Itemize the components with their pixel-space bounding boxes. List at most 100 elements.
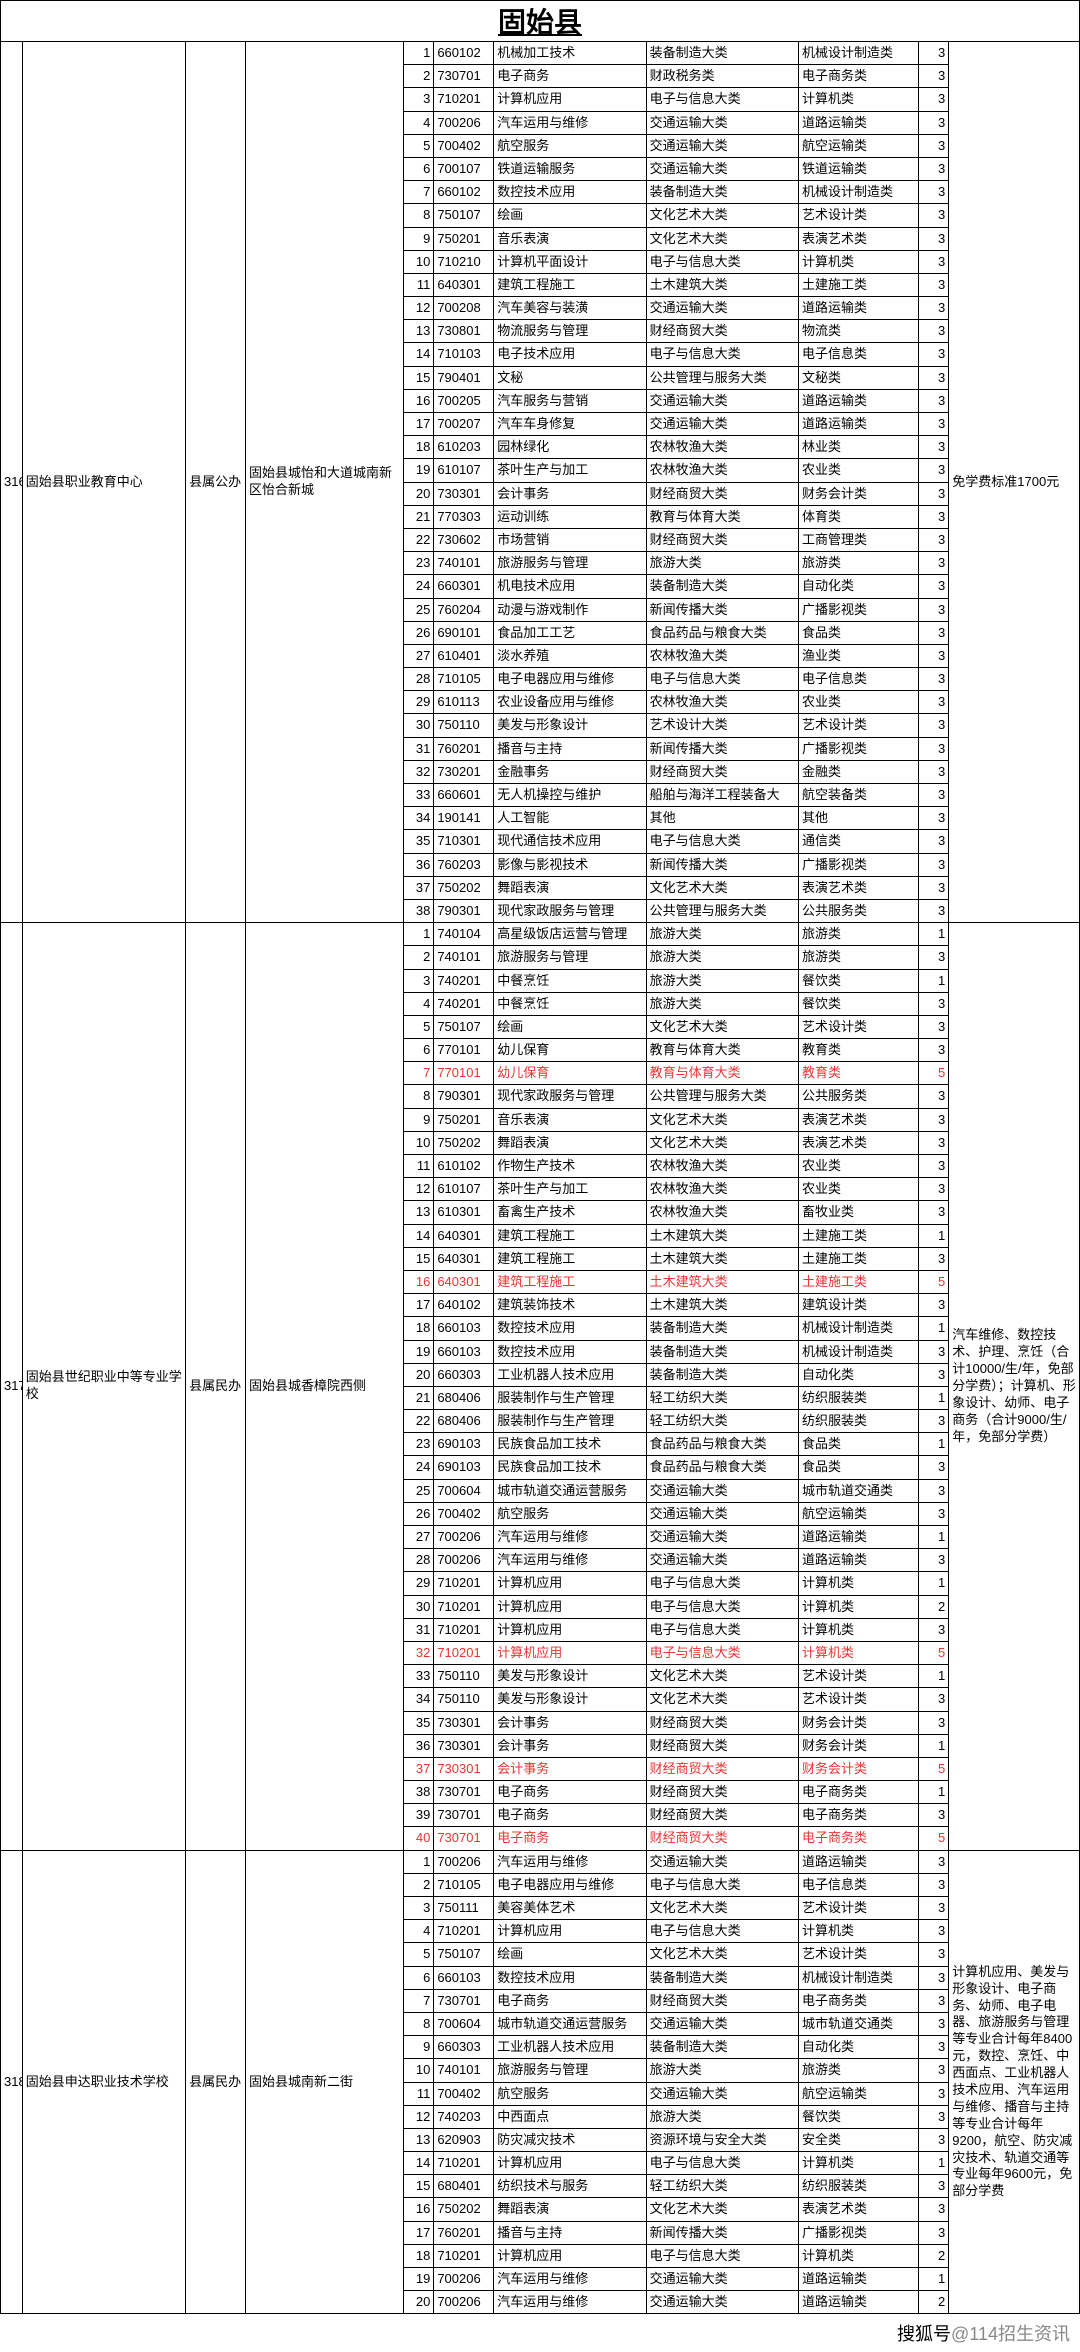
row-num: 15 <box>403 2175 433 2198</box>
row-num: 30 <box>403 1595 433 1618</box>
category-a: 装备制造大类 <box>646 575 798 598</box>
school-id: 318 <box>1 1850 23 2314</box>
major-code: 640301 <box>434 1247 494 1270</box>
row-num: 7 <box>403 181 433 204</box>
years: 3 <box>918 1711 948 1734</box>
category-b: 机械设计制造类 <box>799 1966 919 1989</box>
category-a: 交通运输大类 <box>646 2268 798 2291</box>
years: 3 <box>918 714 948 737</box>
major-code: 190141 <box>434 807 494 830</box>
major-code: 710210 <box>434 250 494 273</box>
category-a: 旅游大类 <box>646 992 798 1015</box>
category-a: 装备制造大类 <box>646 42 798 65</box>
major-code: 610203 <box>434 436 494 459</box>
fee-note: 计算机应用、美发与形象设计、电子商务、幼师、电子电器、旅游服务与管理等专业合计每… <box>949 1850 1080 2314</box>
major-code: 640301 <box>434 1224 494 1247</box>
row-num: 16 <box>403 2198 433 2221</box>
major-code: 660303 <box>434 1363 494 1386</box>
major-code: 740101 <box>434 552 494 575</box>
row-num: 5 <box>403 1015 433 1038</box>
category-a: 轻工纺织大类 <box>646 1410 798 1433</box>
major-name: 计算机应用 <box>494 1595 646 1618</box>
category-b: 道路运输类 <box>799 2268 919 2291</box>
row-num: 15 <box>403 1247 433 1270</box>
years: 1 <box>918 1734 948 1757</box>
years: 3 <box>918 65 948 88</box>
years: 3 <box>918 807 948 830</box>
category-a: 交通运输大类 <box>646 1526 798 1549</box>
major-name: 会计事务 <box>494 482 646 505</box>
category-a: 旅游大类 <box>646 2059 798 2082</box>
major-code: 690101 <box>434 621 494 644</box>
row-num: 11 <box>403 1155 433 1178</box>
category-b: 物流类 <box>799 320 919 343</box>
category-b: 农业类 <box>799 691 919 714</box>
years: 3 <box>918 181 948 204</box>
years: 3 <box>918 760 948 783</box>
major-code: 750202 <box>434 876 494 899</box>
major-name: 电子商务 <box>494 65 646 88</box>
category-a: 装备制造大类 <box>646 1363 798 1386</box>
row-num: 14 <box>403 2152 433 2175</box>
major-name: 动漫与游戏制作 <box>494 598 646 621</box>
category-a: 财经商贸大类 <box>646 1989 798 2012</box>
major-name: 现代家政服务与管理 <box>494 1085 646 1108</box>
row-num: 16 <box>403 1270 433 1293</box>
category-a: 装备制造大类 <box>646 1340 798 1363</box>
category-b: 电子商务类 <box>799 1827 919 1850</box>
years: 2 <box>918 2291 948 2314</box>
years: 3 <box>918 2198 948 2221</box>
category-b: 土建施工类 <box>799 273 919 296</box>
row-num: 36 <box>403 1734 433 1757</box>
years: 5 <box>918 1062 948 1085</box>
years: 3 <box>918 1294 948 1317</box>
major-name: 工业机器人技术应用 <box>494 1363 646 1386</box>
category-b: 表演艺术类 <box>799 876 919 899</box>
major-name: 计算机应用 <box>494 1618 646 1641</box>
years: 3 <box>918 992 948 1015</box>
row-num: 5 <box>403 1943 433 1966</box>
major-code: 660301 <box>434 575 494 598</box>
years: 3 <box>918 1039 948 1062</box>
years: 3 <box>918 2012 948 2035</box>
category-b: 城市轨道交通类 <box>799 2012 919 2035</box>
years: 1 <box>918 1386 948 1409</box>
row-num: 3 <box>403 1897 433 1920</box>
major-name: 城市轨道交通运营服务 <box>494 1479 646 1502</box>
category-b: 道路运输类 <box>799 1549 919 1572</box>
row-num: 11 <box>403 2082 433 2105</box>
years: 3 <box>918 1502 948 1525</box>
major-name: 舞蹈表演 <box>494 2198 646 2221</box>
category-b: 计算机类 <box>799 250 919 273</box>
major-code: 700206 <box>434 2268 494 2291</box>
row-num: 26 <box>403 1502 433 1525</box>
major-name: 汽车运用与维修 <box>494 2291 646 2314</box>
major-code: 750110 <box>434 1665 494 1688</box>
row-num: 4 <box>403 1920 433 1943</box>
category-a: 电子与信息大类 <box>646 668 798 691</box>
years: 3 <box>918 1897 948 1920</box>
category-b: 道路运输类 <box>799 2291 919 2314</box>
major-name: 数控技术应用 <box>494 1966 646 1989</box>
years: 3 <box>918 1920 948 1943</box>
row-num: 40 <box>403 1827 433 1850</box>
major-name: 汽车运用与维修 <box>494 1850 646 1873</box>
years: 3 <box>918 366 948 389</box>
major-code: 640102 <box>434 1294 494 1317</box>
major-code: 610301 <box>434 1201 494 1224</box>
years: 3 <box>918 737 948 760</box>
major-name: 机电技术应用 <box>494 575 646 598</box>
major-name: 航空服务 <box>494 134 646 157</box>
major-code: 660303 <box>434 2036 494 2059</box>
major-name: 建筑工程施工 <box>494 1224 646 1247</box>
row-num: 4 <box>403 992 433 1015</box>
major-code: 750202 <box>434 1131 494 1154</box>
years: 1 <box>918 2268 948 2291</box>
major-name: 绘画 <box>494 1943 646 1966</box>
row-num: 12 <box>403 1178 433 1201</box>
row-num: 5 <box>403 134 433 157</box>
row-num: 18 <box>403 2244 433 2267</box>
major-code: 700206 <box>434 2291 494 2314</box>
years: 3 <box>918 436 948 459</box>
major-name: 幼儿保育 <box>494 1039 646 1062</box>
